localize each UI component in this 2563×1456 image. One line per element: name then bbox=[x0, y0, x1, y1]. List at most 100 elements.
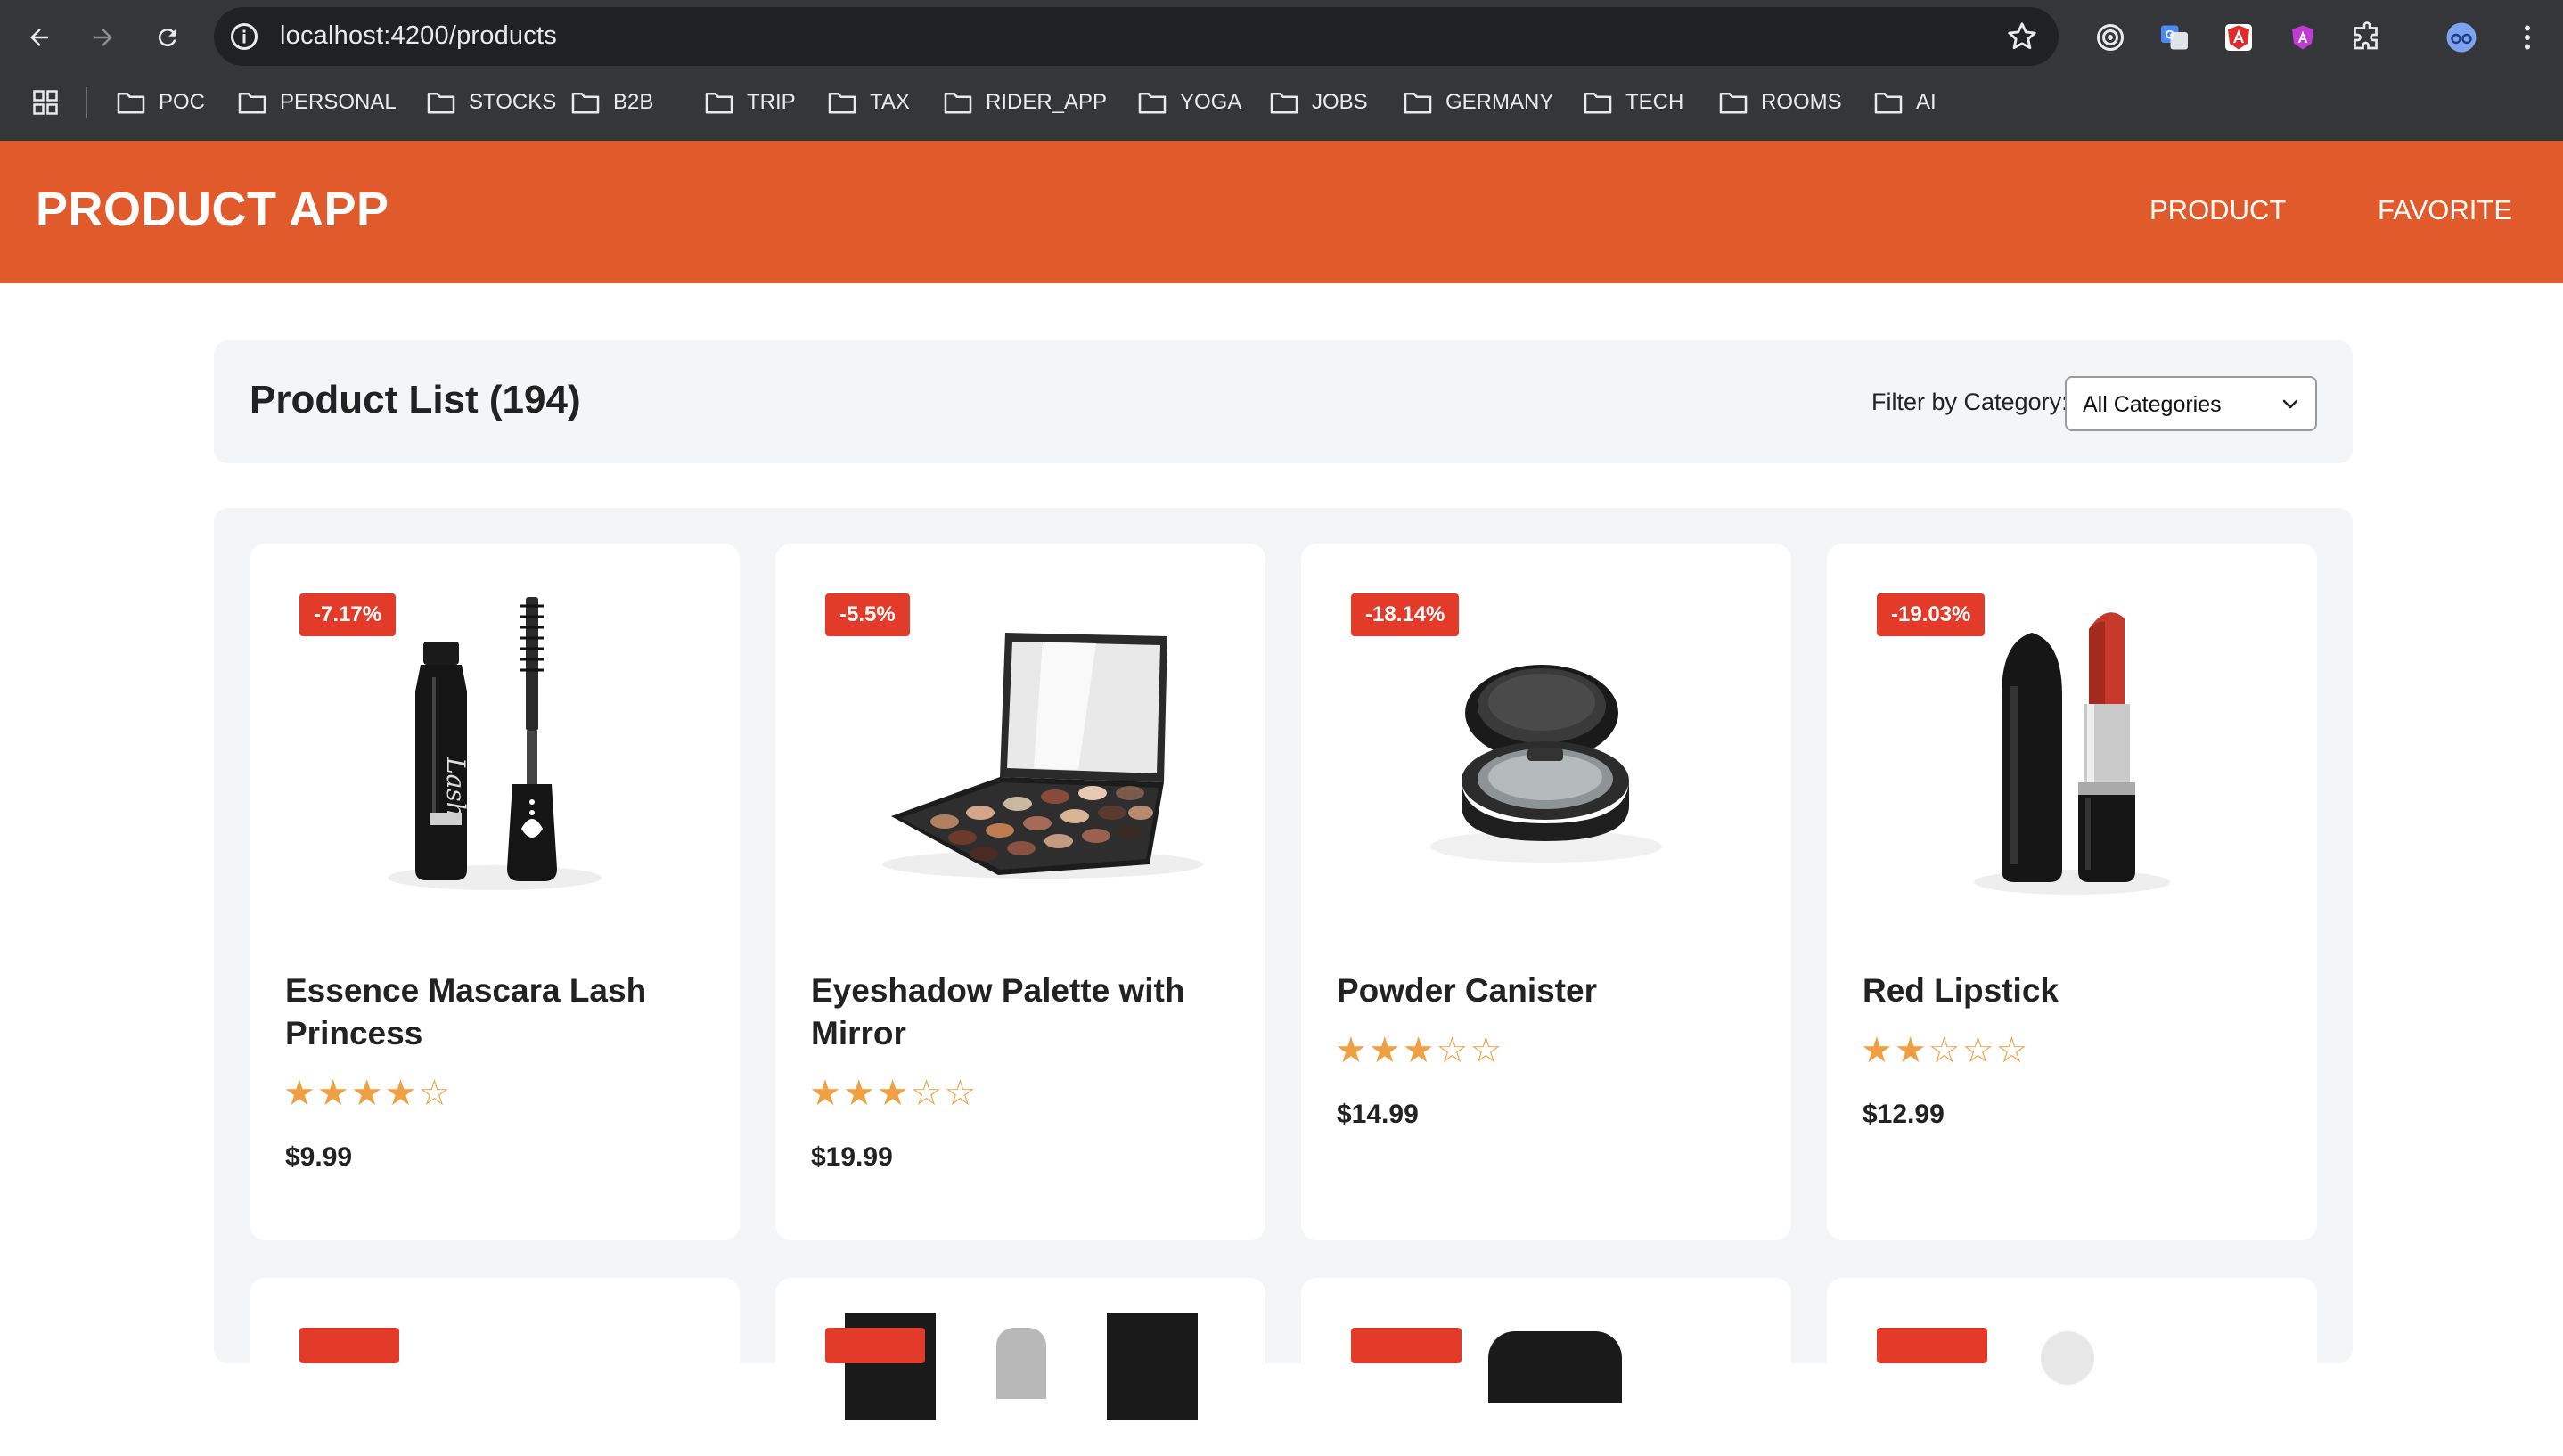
apps-grid-icon[interactable] bbox=[32, 89, 59, 116]
product-card-partial[interactable] bbox=[1827, 1278, 2317, 1456]
bookmark-label: YOGA bbox=[1180, 90, 1242, 114]
browser-menu-icon[interactable] bbox=[2510, 20, 2545, 55]
nav-link-product[interactable]: PRODUCT bbox=[2149, 194, 2286, 226]
bookmark-folder[interactable]: PERSONAL bbox=[237, 87, 397, 118]
translate-extension-icon[interactable]: G bbox=[2157, 20, 2192, 55]
star-rating: ★★★☆☆ bbox=[1335, 1031, 1504, 1070]
star-rating: ★★★★☆ bbox=[283, 1074, 453, 1113]
bookmark-folder[interactable]: GERMANY bbox=[1403, 87, 1553, 118]
folder-icon bbox=[1270, 92, 1298, 114]
folder-icon bbox=[1719, 92, 1748, 114]
angular-extension-icon[interactable] bbox=[2221, 20, 2256, 55]
product-card-partial[interactable] bbox=[775, 1278, 1265, 1456]
folder-icon bbox=[1138, 92, 1167, 114]
address-bar[interactable]: localhost:4200/products bbox=[214, 7, 2059, 66]
bookmark-folder[interactable]: RIDER_APP bbox=[943, 87, 1107, 118]
bookmark-label: B2B bbox=[613, 90, 654, 114]
product-price: $12.99 bbox=[1863, 1100, 1945, 1129]
product-price: $19.99 bbox=[811, 1142, 893, 1172]
bookmark-label: STOCKS bbox=[469, 90, 557, 114]
app-header: PRODUCT APP PRODUCT FAVORITE bbox=[0, 141, 2563, 283]
bookmark-label: JOBS bbox=[1312, 90, 1368, 114]
angular-devtools-icon[interactable] bbox=[2285, 20, 2321, 55]
folder-icon bbox=[1584, 92, 1612, 114]
product-image-partial bbox=[1107, 1313, 1198, 1420]
product-grid: -7.17% Lash Essence Mascara Lash Princes… bbox=[214, 508, 2353, 1456]
product-card[interactable]: -18.14% Powder Canister ★★★☆☆ $14.99 bbox=[1301, 544, 1791, 1240]
nav-link-favorite[interactable]: FAVORITE bbox=[2378, 194, 2512, 226]
profile-avatar-icon[interactable] bbox=[2444, 20, 2479, 55]
product-title[interactable]: Eyeshadow Palette with Mirror bbox=[811, 969, 1239, 1055]
discount-badge-partial bbox=[299, 1328, 399, 1363]
product-title[interactable]: Essence Mascara Lash Princess bbox=[285, 969, 713, 1055]
bookmark-label: ROOMS bbox=[1761, 90, 1842, 114]
product-image-partial bbox=[1488, 1331, 1622, 1403]
product-list-header: Product List (194) Filter by Category: A… bbox=[214, 340, 2353, 463]
bookmark-folder[interactable]: YOGA bbox=[1137, 87, 1241, 118]
bookmarks-bar: POC PERSONAL STOCKS B2B TRIP TAX RIDER_APP YOGA… bbox=[0, 80, 2563, 125]
bookmark-label: GERMANY bbox=[1445, 90, 1554, 114]
bookmark-folder[interactable]: TRIP bbox=[704, 87, 796, 118]
discount-badge: -19.03% bbox=[1877, 593, 1986, 636]
chevron-down-icon bbox=[2282, 399, 2298, 409]
info-icon[interactable] bbox=[228, 20, 260, 53]
page-title: Product List (194) bbox=[250, 378, 581, 421]
product-title[interactable]: Powder Canister bbox=[1337, 969, 1765, 1012]
star-rating: ★★★☆☆ bbox=[809, 1074, 979, 1113]
arrow-left-icon bbox=[30, 29, 48, 46]
folder-icon bbox=[427, 92, 455, 114]
discount-badge-partial bbox=[1877, 1328, 1987, 1363]
bookmark-folder[interactable]: ROOMS bbox=[1718, 87, 1842, 118]
discount-badge-partial bbox=[1351, 1328, 1462, 1363]
bookmark-folder[interactable]: TECH bbox=[1583, 87, 1683, 118]
folder-icon bbox=[705, 92, 733, 114]
bookmark-folder[interactable]: TAX bbox=[827, 87, 910, 118]
bookmark-folder[interactable]: B2B bbox=[570, 87, 653, 118]
product-price: $14.99 bbox=[1337, 1100, 1419, 1129]
svg-text:G: G bbox=[2166, 29, 2175, 42]
bookmark-folder[interactable]: POC bbox=[116, 87, 205, 118]
filter-label: Filter by Category: bbox=[1871, 389, 2068, 415]
extension-target-icon[interactable] bbox=[2092, 20, 2128, 55]
discount-badge: -18.14% bbox=[1351, 593, 1460, 636]
folder-icon bbox=[944, 92, 972, 114]
bookmark-label: AI bbox=[1916, 90, 1937, 114]
folder-icon bbox=[117, 92, 145, 114]
product-card-partial[interactable] bbox=[250, 1278, 740, 1456]
url-text: localhost:4200/products bbox=[280, 21, 557, 50]
bookmark-folder[interactable]: AI bbox=[1873, 87, 1937, 118]
forward-button[interactable] bbox=[82, 16, 125, 59]
bookmark-label: TAX bbox=[870, 90, 910, 114]
bookmark-folder[interactable]: STOCKS bbox=[426, 87, 556, 118]
discount-badge: -7.17% bbox=[299, 593, 397, 636]
product-image-partial bbox=[2041, 1331, 2094, 1385]
bookmark-label: POC bbox=[159, 90, 206, 114]
svg-text:Lash: Lash bbox=[441, 757, 471, 818]
bookmark-label: TECH bbox=[1625, 90, 1684, 114]
folder-icon bbox=[1874, 92, 1903, 114]
reload-button[interactable] bbox=[146, 16, 189, 59]
product-price: $9.99 bbox=[285, 1142, 353, 1172]
folder-icon bbox=[238, 92, 266, 114]
bookmarks-divider bbox=[86, 87, 87, 118]
product-title[interactable]: Red Lipstick bbox=[1863, 969, 2290, 1012]
browser-toolbar: localhost:4200/products G bbox=[0, 0, 2563, 75]
extensions-puzzle-icon[interactable] bbox=[2349, 20, 2385, 55]
product-card-partial[interactable] bbox=[1301, 1278, 1791, 1456]
app-brand[interactable]: PRODUCT APP bbox=[36, 182, 389, 237]
folder-icon bbox=[828, 92, 856, 114]
folder-icon bbox=[1404, 92, 1432, 114]
arrow-right-icon bbox=[94, 29, 112, 46]
product-card[interactable]: -5.5% Eyeshadow Palette with Mirror ★★★☆… bbox=[775, 544, 1265, 1240]
category-filter-select[interactable]: All Categories bbox=[2065, 376, 2317, 431]
product-card[interactable]: -19.03% Red Lipstick ★★☆☆☆ $12.99 bbox=[1827, 544, 2317, 1240]
bookmark-folder[interactable]: JOBS bbox=[1269, 87, 1368, 118]
bookmark-label: RIDER_APP bbox=[986, 90, 1108, 114]
discount-badge-partial bbox=[825, 1328, 925, 1363]
bookmark-star-icon[interactable] bbox=[2005, 20, 2039, 53]
product-card[interactable]: -7.17% Lash Essence Mascara Lash Princes… bbox=[250, 544, 740, 1240]
back-button[interactable] bbox=[18, 16, 61, 59]
product-image-partial bbox=[996, 1328, 1046, 1399]
browser-chrome: localhost:4200/products G POC PERSONAL S… bbox=[0, 0, 2563, 141]
reload-icon bbox=[158, 29, 176, 47]
